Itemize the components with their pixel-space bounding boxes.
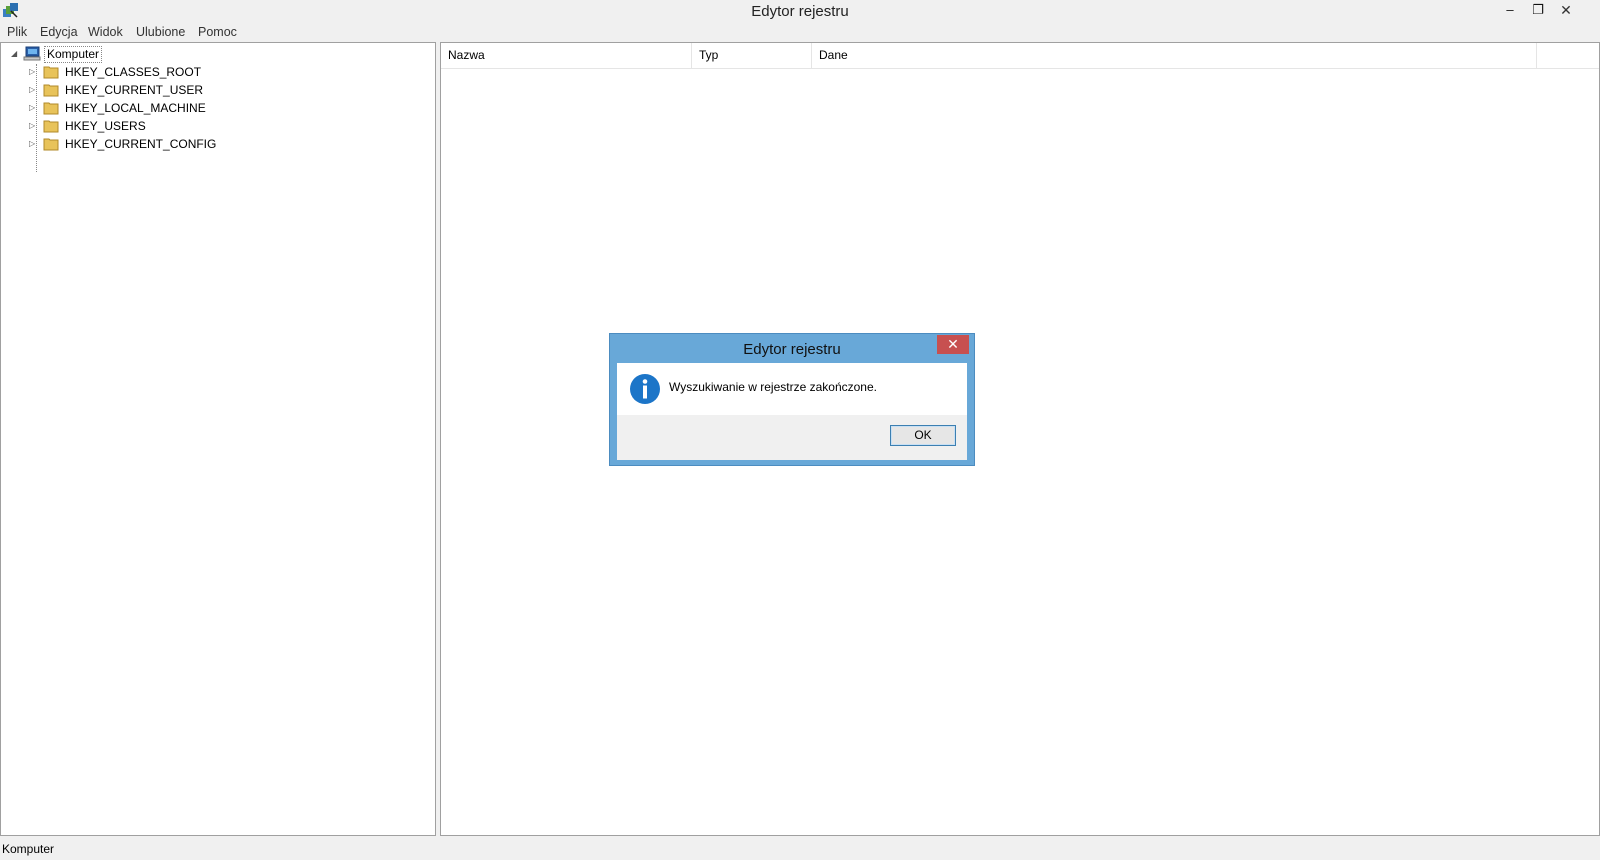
message-dialog: Edytor rejestru ✕ Wyszukiwanie w rejestr… bbox=[609, 333, 975, 466]
dialog-content: Wyszukiwanie w rejestrze zakończone. bbox=[617, 363, 967, 415]
expand-arrow-icon[interactable]: ▷ bbox=[29, 81, 39, 99]
status-bar: Komputer bbox=[0, 838, 1600, 860]
close-button[interactable]: ✕ bbox=[1552, 0, 1580, 20]
expand-arrow-icon[interactable]: ▷ bbox=[29, 63, 39, 81]
title-bar: Edytor rejestru – ❐ ✕ bbox=[0, 0, 1600, 22]
status-path: Komputer bbox=[2, 842, 55, 856]
column-header-nazwa[interactable]: Nazwa bbox=[441, 43, 692, 68]
tree-item-label: Komputer bbox=[44, 46, 103, 63]
tree-item-hkey-classes-root[interactable]: ▷ HKEY_CLASSES_ROOT bbox=[29, 63, 329, 81]
folder-icon bbox=[43, 138, 59, 151]
menu-widok[interactable]: Widok bbox=[88, 25, 123, 39]
expand-arrow-icon[interactable]: ▷ bbox=[29, 117, 39, 135]
expand-arrow-icon[interactable]: ▷ bbox=[29, 135, 39, 153]
tree-item-label: HKEY_LOCAL_MACHINE bbox=[65, 101, 206, 115]
menu-pomoc[interactable]: Pomoc bbox=[198, 25, 237, 39]
tree-item-hkey-users[interactable]: ▷ HKEY_USERS bbox=[29, 117, 329, 135]
column-header-typ[interactable]: Typ bbox=[692, 43, 812, 68]
folder-icon bbox=[43, 66, 59, 79]
folder-icon bbox=[43, 102, 59, 115]
minimize-button[interactable]: – bbox=[1496, 0, 1524, 20]
tree-item-hkey-local-machine[interactable]: ▷ HKEY_LOCAL_MACHINE bbox=[29, 99, 329, 117]
menu-plik[interactable]: Plik bbox=[7, 25, 27, 39]
tree-item-komputer[interactable]: ◢ Komputer bbox=[11, 45, 211, 63]
expand-arrow-icon[interactable]: ▷ bbox=[29, 99, 39, 117]
computer-icon bbox=[23, 46, 41, 61]
tree-item-label: HKEY_CLASSES_ROOT bbox=[65, 65, 202, 79]
folder-icon bbox=[43, 84, 59, 97]
dialog-body: Wyszukiwanie w rejestrze zakończone. OK bbox=[617, 363, 967, 460]
folder-icon bbox=[43, 120, 59, 133]
column-header-dane[interactable]: Dane bbox=[812, 43, 1537, 68]
menu-ulubione[interactable]: Ulubione bbox=[136, 25, 185, 39]
list-header: Nazwa Typ Dane bbox=[441, 43, 1599, 69]
info-icon bbox=[630, 374, 660, 404]
tree-item-label: HKEY_CURRENT_CONFIG bbox=[65, 137, 217, 151]
tree-item-label: HKEY_CURRENT_USER bbox=[65, 83, 204, 97]
dialog-title: Edytor rejestru bbox=[743, 341, 841, 358]
tree-item-hkey-current-config[interactable]: ▷ HKEY_CURRENT_CONFIG bbox=[29, 135, 329, 153]
window-title: Edytor rejestru bbox=[751, 3, 849, 20]
key-tree-pane[interactable]: ◢ Komputer ▷ HKEY_CLASSES_ROOT ▷ HKEY_CU… bbox=[0, 42, 436, 836]
menu-edycja[interactable]: Edycja bbox=[40, 25, 78, 39]
tree-item-label: HKEY_USERS bbox=[65, 119, 146, 133]
collapse-arrow-icon[interactable]: ◢ bbox=[11, 45, 21, 63]
maximize-button[interactable]: ❐ bbox=[1524, 0, 1552, 20]
tree-item-hkey-current-user[interactable]: ▷ HKEY_CURRENT_USER bbox=[29, 81, 329, 99]
menu-bar: Plik Edycja Widok Ulubione Pomoc bbox=[0, 22, 1600, 42]
ok-button[interactable]: OK bbox=[890, 425, 956, 446]
dialog-message: Wyszukiwanie w rejestrze zakończone. bbox=[669, 380, 877, 394]
dialog-close-button[interactable]: ✕ bbox=[937, 335, 969, 354]
